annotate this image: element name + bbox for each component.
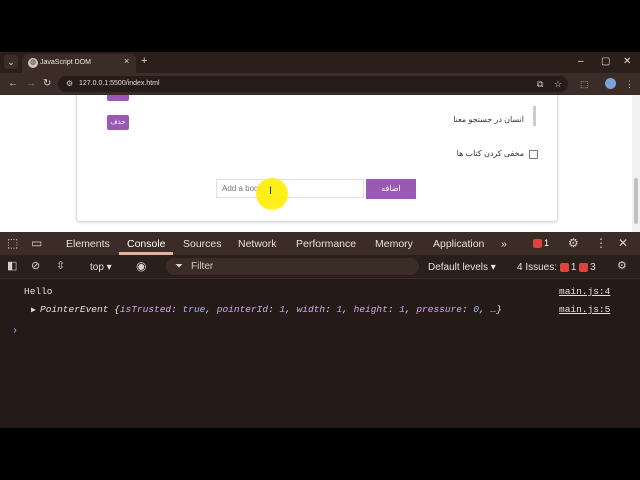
add-book-button[interactable]: اضافه — [366, 179, 416, 199]
tab-memory[interactable]: Memory — [375, 238, 413, 251]
add-book-input[interactable] — [216, 179, 364, 198]
log-levels-label: Default levels — [428, 262, 489, 273]
console-prompt[interactable]: › — [12, 325, 18, 338]
log-source-link[interactable]: main.js:4 — [559, 285, 610, 298]
url-text: 127.0.0.1:5500/index.html — [79, 80, 160, 87]
log-levels-select[interactable]: Default levels ▾ — [428, 261, 496, 274]
context-select[interactable]: top ▾ — [90, 261, 112, 274]
reload-icon[interactable]: ↻ — [43, 77, 51, 91]
console-log-pointer-event[interactable]: PointerEvent {isTrusted: true, pointerId… — [40, 303, 502, 316]
error-count: 1 — [544, 238, 550, 248]
log-source-link[interactable]: main.js:5 — [559, 303, 610, 316]
list-divider — [533, 106, 536, 126]
globe-icon: ◍ — [28, 58, 38, 68]
delete-button[interactable]: حذف — [107, 115, 129, 130]
close-tab-icon[interactable]: × — [124, 56, 129, 67]
bookmark-star-icon[interactable]: ☆ — [554, 78, 562, 90]
tab-network[interactable]: Network — [238, 238, 277, 251]
extensions-icon[interactable]: ⬚ — [580, 78, 589, 90]
browser-menu-icon[interactable]: ⋮ — [625, 78, 634, 90]
close-devtools-icon[interactable]: ✕ — [618, 236, 628, 250]
maximize-icon[interactable]: ▢ — [601, 55, 610, 68]
text-cursor-icon: I — [269, 185, 273, 197]
minimize-icon[interactable]: – — [578, 55, 584, 68]
hide-books-label: مخفی کردن کتاب ها — [456, 149, 524, 158]
issues-label: 4 Issues: — [517, 262, 558, 273]
device-toolbar-icon[interactable]: ▭ — [31, 236, 42, 250]
tab-sources[interactable]: Sources — [183, 238, 222, 251]
tab-elements[interactable]: Elements — [66, 238, 110, 251]
error-badge[interactable]: 1 — [533, 237, 549, 250]
devtools-menu-icon[interactable]: ⋮ — [595, 236, 607, 250]
console-settings-icon[interactable]: ⚙ — [617, 259, 627, 273]
tab-console[interactable]: Console — [127, 238, 166, 251]
site-info-icon[interactable]: ⚙ — [66, 78, 73, 90]
issues-warning-icon — [579, 262, 589, 272]
letterbox-bottom — [0, 428, 640, 480]
close-window-icon[interactable]: ✕ — [623, 55, 631, 68]
issues-warning-count: 3 — [590, 262, 596, 273]
hide-books-checkbox[interactable] — [529, 150, 538, 159]
profile-avatar[interactable] — [605, 78, 616, 89]
console-log-hello: Hello — [24, 286, 53, 297]
back-icon[interactable]: ← — [8, 77, 18, 91]
issues-error-icon — [559, 262, 569, 272]
translate-icon[interactable]: ⧉ — [537, 78, 543, 90]
clear-console-icon[interactable]: ⊘ — [31, 259, 40, 273]
issues-error-count: 1 — [570, 262, 577, 273]
forward-icon[interactable]: → — [26, 77, 36, 91]
new-tab-icon[interactable]: + — [141, 55, 147, 68]
filter-placeholder: Filter — [191, 261, 214, 272]
tab-application[interactable]: Application — [433, 238, 484, 251]
letterbox-top — [0, 0, 640, 52]
inspect-element-icon[interactable]: ⬚ — [7, 236, 18, 250]
issues-button[interactable]: 4 Issues: 1 3 — [517, 261, 596, 274]
context-label: top — [90, 262, 104, 273]
settings-gear-icon[interactable]: ⚙ — [568, 236, 579, 250]
more-tabs-icon[interactable]: » — [501, 238, 507, 251]
sidebar-toggle-icon[interactable]: ◧ — [7, 259, 17, 273]
console-panel — [0, 279, 640, 428]
book-title: انسان در جستجو معنا — [453, 115, 524, 124]
delete-button-partial[interactable] — [107, 95, 129, 101]
filter-split-icon[interactable]: ⇳ — [56, 259, 65, 273]
expand-arrow-icon[interactable]: ▶ — [31, 304, 36, 317]
tab-performance[interactable]: Performance — [296, 238, 356, 251]
live-expression-eye-icon[interactable]: ◉ — [136, 259, 146, 273]
error-icon — [533, 239, 542, 249]
tab-title: JavaScript DOM — [40, 59, 91, 66]
tab-search-icon[interactable]: ⌄ — [4, 55, 18, 69]
filter-icon: ⏷ — [175, 261, 183, 272]
page-scrollbar-thumb[interactable] — [634, 178, 638, 224]
